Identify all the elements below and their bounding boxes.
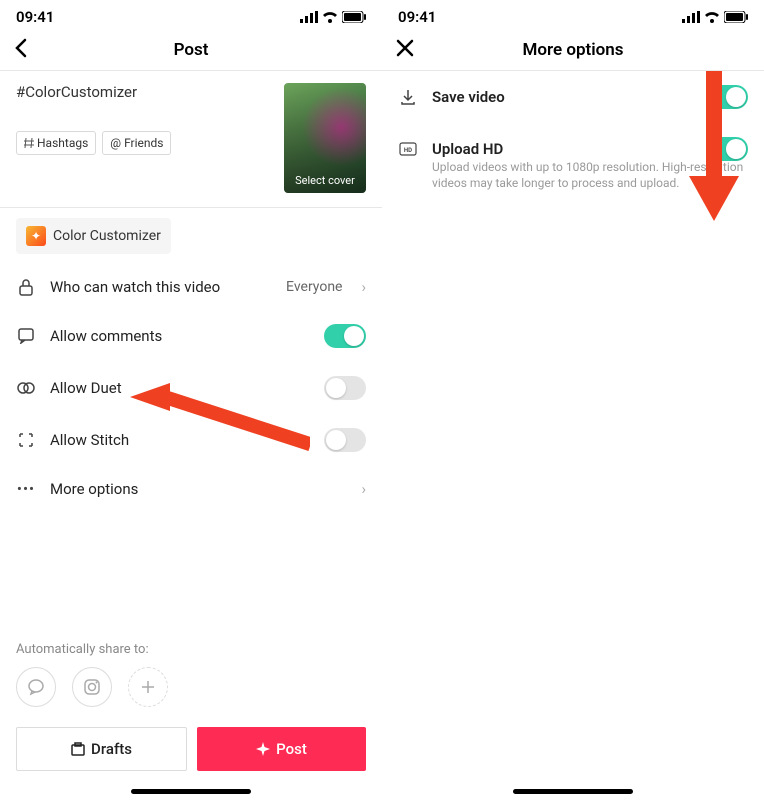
lock-icon — [16, 278, 36, 296]
privacy-row[interactable]: Who can watch this video Everyone › — [0, 264, 382, 310]
share-other[interactable] — [128, 667, 168, 707]
header: More options — [382, 30, 764, 71]
duet-row: Allow Duet — [0, 362, 382, 414]
wifi-icon — [704, 11, 720, 23]
battery-icon — [724, 11, 748, 23]
duet-label: Allow Duet — [50, 379, 310, 397]
save-toggle[interactable] — [706, 85, 748, 109]
svg-text:HD: HD — [404, 147, 412, 154]
header: Post — [0, 30, 382, 71]
comment-icon — [16, 328, 36, 344]
post-panel: #ColorCustomizer Hashtags @ Friends Sele… — [0, 71, 382, 624]
friends-chip-label: Friends — [124, 136, 163, 150]
post-actions: Drafts Post — [0, 715, 382, 789]
wifi-icon — [322, 11, 338, 23]
privacy-label: Who can watch this video — [50, 278, 272, 296]
share-instagram[interactable] — [72, 667, 112, 707]
status-time: 09:41 — [16, 8, 54, 26]
drafts-label: Drafts — [91, 740, 132, 758]
options-panel: Save video HD Upload HD Upload videos wi… — [382, 71, 764, 789]
friends-chip[interactable]: @ Friends — [102, 131, 171, 155]
duet-icon — [16, 381, 36, 395]
effect-chip[interactable]: ✦ Color Customizer — [16, 218, 171, 254]
hashtags-chip[interactable]: Hashtags — [16, 131, 96, 155]
save-video-row: Save video — [382, 71, 764, 123]
home-indicator — [131, 789, 251, 794]
more-label: More options — [50, 480, 342, 498]
drafts-button[interactable]: Drafts — [16, 727, 187, 771]
share-row: Automatically share to: — [0, 624, 382, 715]
stitch-icon — [16, 432, 36, 448]
status-time: 09:41 — [398, 8, 436, 26]
status-icons — [300, 11, 366, 23]
sparkle-icon — [256, 742, 270, 756]
hashtags-chip-label: Hashtags — [37, 136, 88, 150]
stitch-label: Allow Stitch — [50, 431, 310, 449]
effect-name: Color Customizer — [53, 228, 161, 244]
at-icon: @ — [110, 136, 121, 150]
chat-bubble-icon — [27, 678, 45, 696]
chevron-right-icon: › — [361, 278, 366, 296]
battery-icon — [342, 11, 366, 23]
chevron-right-icon: › — [361, 480, 366, 498]
hd-toggle[interactable] — [706, 137, 748, 161]
signal-icon — [300, 11, 318, 23]
post-screen: 09:41 Post #ColorCustomizer Hashtags — [0, 0, 382, 800]
status-icons — [682, 11, 748, 23]
status-bar: 09:41 — [382, 0, 764, 30]
page-title: More options — [523, 40, 624, 60]
stitch-row: Allow Stitch — [0, 414, 382, 466]
page-title: Post — [174, 40, 209, 60]
hd-label: Upload HD — [432, 140, 692, 158]
post-label: Post — [276, 740, 307, 758]
privacy-value: Everyone — [286, 279, 342, 295]
cover-label: Select cover — [295, 174, 355, 187]
home-indicator — [513, 789, 633, 794]
video-cover[interactable]: Select cover — [284, 83, 366, 193]
close-icon — [396, 39, 414, 57]
status-bar: 09:41 — [0, 0, 382, 30]
hd-description: Upload videos with up to 1080p resolutio… — [382, 159, 764, 191]
plus-icon — [141, 680, 155, 694]
share-message[interactable] — [16, 667, 56, 707]
instagram-icon — [83, 678, 101, 696]
drafts-icon — [71, 742, 85, 756]
download-icon — [398, 89, 418, 105]
signal-icon — [682, 11, 700, 23]
hashtag-icon — [24, 138, 34, 148]
caption-input[interactable]: #ColorCustomizer — [16, 83, 274, 101]
more-options-row[interactable]: ••• More options › — [0, 466, 382, 512]
more-icon: ••• — [16, 480, 36, 498]
more-options-screen: 09:41 More options Save video HD Upload … — [382, 0, 764, 800]
back-button[interactable] — [14, 38, 28, 62]
comments-label: Allow comments — [50, 327, 310, 345]
comments-row: Allow comments — [0, 310, 382, 362]
caption-row: #ColorCustomizer Hashtags @ Friends Sele… — [0, 71, 382, 203]
close-button[interactable] — [396, 39, 414, 61]
save-label: Save video — [432, 88, 692, 106]
post-button[interactable]: Post — [197, 727, 366, 771]
sparkle-icon: ✦ — [26, 226, 46, 246]
duet-toggle[interactable] — [324, 376, 366, 400]
stitch-toggle[interactable] — [324, 428, 366, 452]
share-label: Automatically share to: — [16, 642, 366, 657]
comments-toggle[interactable] — [324, 324, 366, 348]
hd-icon: HD — [398, 142, 418, 156]
